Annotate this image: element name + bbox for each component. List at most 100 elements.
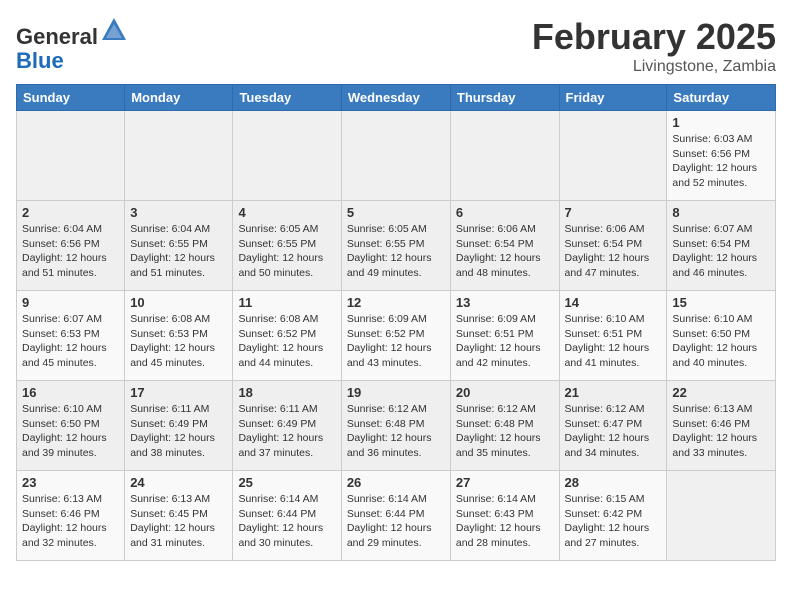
calendar-cell: 13 Sunrise: 6:09 AM Sunset: 6:51 PM Dayli… [450,291,559,381]
day-info: Sunrise: 6:12 AM Sunset: 6:47 PM Dayligh… [565,402,662,461]
day-number: 3 [130,205,227,220]
day-info: Sunrise: 6:14 AM Sunset: 6:44 PM Dayligh… [238,492,335,551]
day-info: Sunrise: 6:12 AM Sunset: 6:48 PM Dayligh… [456,402,554,461]
day-number: 10 [130,295,227,310]
day-info: Sunrise: 6:06 AM Sunset: 6:54 PM Dayligh… [456,222,554,281]
day-number: 21 [565,385,662,400]
calendar-cell: 27 Sunrise: 6:14 AM Sunset: 6:43 PM Dayli… [450,471,559,561]
month-title: February 2025 [532,16,776,58]
col-saturday: Saturday [667,85,776,111]
title-block: February 2025 Livingstone, Zambia [532,16,776,76]
day-number: 1 [672,115,770,130]
calendar-cell: 7 Sunrise: 6:06 AM Sunset: 6:54 PM Daylig… [559,201,667,291]
calendar-cell: 23 Sunrise: 6:13 AM Sunset: 6:46 PM Dayli… [17,471,125,561]
col-tuesday: Tuesday [233,85,341,111]
calendar-cell: 21 Sunrise: 6:12 AM Sunset: 6:47 PM Dayli… [559,381,667,471]
location: Livingstone, Zambia [532,58,776,76]
day-info: Sunrise: 6:12 AM Sunset: 6:48 PM Dayligh… [347,402,445,461]
calendar-cell: 19 Sunrise: 6:12 AM Sunset: 6:48 PM Dayli… [341,381,450,471]
day-number: 8 [672,205,770,220]
day-info: Sunrise: 6:13 AM Sunset: 6:46 PM Dayligh… [22,492,119,551]
calendar-cell: 5 Sunrise: 6:05 AM Sunset: 6:55 PM Daylig… [341,201,450,291]
calendar-header-row: Sunday Monday Tuesday Wednesday Thursday… [17,85,776,111]
logo-icon [100,16,128,44]
calendar-week-5: 23 Sunrise: 6:13 AM Sunset: 6:46 PM Dayli… [17,471,776,561]
day-info: Sunrise: 6:07 AM Sunset: 6:53 PM Dayligh… [22,312,119,371]
day-number: 26 [347,475,445,490]
calendar-cell [125,111,233,201]
calendar-cell: 3 Sunrise: 6:04 AM Sunset: 6:55 PM Daylig… [125,201,233,291]
day-info: Sunrise: 6:05 AM Sunset: 6:55 PM Dayligh… [347,222,445,281]
day-number: 6 [456,205,554,220]
day-number: 9 [22,295,119,310]
day-number: 13 [456,295,554,310]
day-info: Sunrise: 6:11 AM Sunset: 6:49 PM Dayligh… [238,402,335,461]
page-header: General Blue February 2025 Livingstone, … [16,16,776,76]
day-number: 2 [22,205,119,220]
day-number: 20 [456,385,554,400]
day-number: 4 [238,205,335,220]
calendar-cell [667,471,776,561]
day-info: Sunrise: 6:08 AM Sunset: 6:52 PM Dayligh… [238,312,335,371]
col-friday: Friday [559,85,667,111]
calendar-cell: 4 Sunrise: 6:05 AM Sunset: 6:55 PM Daylig… [233,201,341,291]
day-number: 17 [130,385,227,400]
calendar-cell: 12Sunrise: 6:09 AM Sunset: 6:52 PM Dayli… [341,291,450,381]
day-info: Sunrise: 6:06 AM Sunset: 6:54 PM Dayligh… [565,222,662,281]
day-info: Sunrise: 6:14 AM Sunset: 6:43 PM Dayligh… [456,492,554,551]
col-wednesday: Wednesday [341,85,450,111]
day-info: Sunrise: 6:09 AM Sunset: 6:51 PM Dayligh… [456,312,554,371]
calendar-cell: 9 Sunrise: 6:07 AM Sunset: 6:53 PM Daylig… [17,291,125,381]
day-info: Sunrise: 6:10 AM Sunset: 6:50 PM Dayligh… [22,402,119,461]
col-thursday: Thursday [450,85,559,111]
calendar-cell [233,111,341,201]
calendar-cell: 24 Sunrise: 6:13 AM Sunset: 6:45 PM Dayli… [125,471,233,561]
day-number: 14 [565,295,662,310]
calendar-week-4: 16Sunrise: 6:10 AM Sunset: 6:50 PM Dayli… [17,381,776,471]
logo-text: General [16,16,128,49]
day-number: 12 [347,295,445,310]
day-info: Sunrise: 6:07 AM Sunset: 6:54 PM Dayligh… [672,222,770,281]
day-number: 28 [565,475,662,490]
day-info: Sunrise: 6:03 AM Sunset: 6:56 PM Dayligh… [672,132,770,191]
day-info: Sunrise: 6:11 AM Sunset: 6:49 PM Dayligh… [130,402,227,461]
day-number: 5 [347,205,445,220]
day-info: Sunrise: 6:05 AM Sunset: 6:55 PM Dayligh… [238,222,335,281]
calendar-cell [17,111,125,201]
calendar-cell: 8 Sunrise: 6:07 AM Sunset: 6:54 PM Daylig… [667,201,776,291]
day-number: 24 [130,475,227,490]
calendar-cell: 18Sunrise: 6:11 AM Sunset: 6:49 PM Dayli… [233,381,341,471]
day-number: 19 [347,385,445,400]
day-number: 25 [238,475,335,490]
day-info: Sunrise: 6:04 AM Sunset: 6:56 PM Dayligh… [22,222,119,281]
calendar-cell: 15 Sunrise: 6:10 AM Sunset: 6:50 PM Dayli… [667,291,776,381]
day-info: Sunrise: 6:04 AM Sunset: 6:55 PM Dayligh… [130,222,227,281]
calendar-cell: 11Sunrise: 6:08 AM Sunset: 6:52 PM Dayli… [233,291,341,381]
calendar-cell: 2 Sunrise: 6:04 AM Sunset: 6:56 PM Daylig… [17,201,125,291]
logo-general: General [16,24,98,49]
col-monday: Monday [125,85,233,111]
calendar-cell: 14Sunrise: 6:10 AM Sunset: 6:51 PM Dayli… [559,291,667,381]
calendar-cell: 20 Sunrise: 6:12 AM Sunset: 6:48 PM Dayli… [450,381,559,471]
calendar-cell [341,111,450,201]
calendar-cell: 1 Sunrise: 6:03 AM Sunset: 6:56 PM Daylig… [667,111,776,201]
calendar-cell: 6 Sunrise: 6:06 AM Sunset: 6:54 PM Daylig… [450,201,559,291]
day-info: Sunrise: 6:10 AM Sunset: 6:50 PM Dayligh… [672,312,770,371]
calendar-cell [559,111,667,201]
day-info: Sunrise: 6:13 AM Sunset: 6:45 PM Dayligh… [130,492,227,551]
day-info: Sunrise: 6:15 AM Sunset: 6:42 PM Dayligh… [565,492,662,551]
calendar-cell: 22 Sunrise: 6:13 AM Sunset: 6:46 PM Dayli… [667,381,776,471]
calendar-week-2: 2 Sunrise: 6:04 AM Sunset: 6:56 PM Daylig… [17,201,776,291]
calendar-cell: 28 Sunrise: 6:15 AM Sunset: 6:42 PM Dayli… [559,471,667,561]
day-number: 15 [672,295,770,310]
day-info: Sunrise: 6:13 AM Sunset: 6:46 PM Dayligh… [672,402,770,461]
calendar-week-3: 9 Sunrise: 6:07 AM Sunset: 6:53 PM Daylig… [17,291,776,381]
calendar-table: Sunday Monday Tuesday Wednesday Thursday… [16,84,776,561]
day-number: 23 [22,475,119,490]
logo-blue-text: Blue [16,49,128,73]
logo-blue: Blue [16,48,64,73]
day-number: 22 [672,385,770,400]
day-number: 27 [456,475,554,490]
day-number: 7 [565,205,662,220]
calendar-week-1: 1 Sunrise: 6:03 AM Sunset: 6:56 PM Daylig… [17,111,776,201]
